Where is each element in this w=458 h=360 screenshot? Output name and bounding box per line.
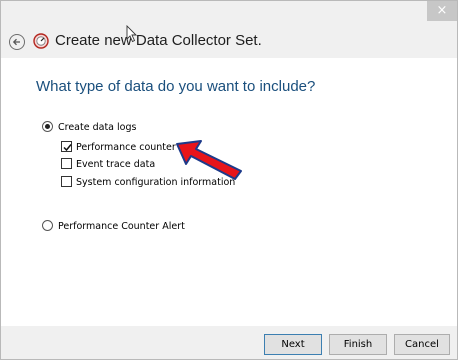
radio-button[interactable] xyxy=(42,220,53,231)
checkbox-label: Performance counter xyxy=(76,142,176,153)
wizard-footer: Next Finish Cancel xyxy=(1,326,457,359)
page-heading: What type of data do you want to include… xyxy=(36,78,316,95)
cancel-button[interactable]: Cancel xyxy=(394,334,450,355)
wizard-title: Create new Data Collector Set. xyxy=(55,32,262,49)
checkbox-event-trace-data[interactable]: Event trace data xyxy=(61,158,155,171)
wizard-header: × Create new Data Collector Set. xyxy=(1,1,457,58)
radio-button[interactable] xyxy=(42,121,53,132)
close-button[interactable]: × xyxy=(427,1,457,21)
radio-performance-counter-alert[interactable]: Performance Counter Alert xyxy=(42,220,185,233)
radio-label: Create data logs xyxy=(58,122,137,133)
data-collector-icon xyxy=(33,33,49,49)
mouse-cursor-icon xyxy=(126,25,138,43)
back-arrow-icon xyxy=(12,38,20,46)
checkbox-box[interactable] xyxy=(61,176,72,187)
next-button[interactable]: Next xyxy=(264,334,322,355)
checkbox-box[interactable] xyxy=(61,141,72,152)
back-button[interactable] xyxy=(9,34,25,50)
checkbox-label: Event trace data xyxy=(76,159,156,170)
checkbox-performance-counter[interactable]: Performance counter xyxy=(61,141,176,154)
close-icon[interactable]: × xyxy=(437,3,448,18)
wizard-window: × Create new Data Collector Set. What ty… xyxy=(0,0,458,360)
check-mark-icon xyxy=(63,144,72,152)
radio-create-data-logs[interactable]: Create data logs xyxy=(42,121,136,134)
finish-button[interactable]: Finish xyxy=(329,334,387,355)
checkbox-box[interactable] xyxy=(61,158,72,169)
red-arrow-annotation xyxy=(176,140,242,180)
radio-label: Performance Counter Alert xyxy=(58,221,185,232)
